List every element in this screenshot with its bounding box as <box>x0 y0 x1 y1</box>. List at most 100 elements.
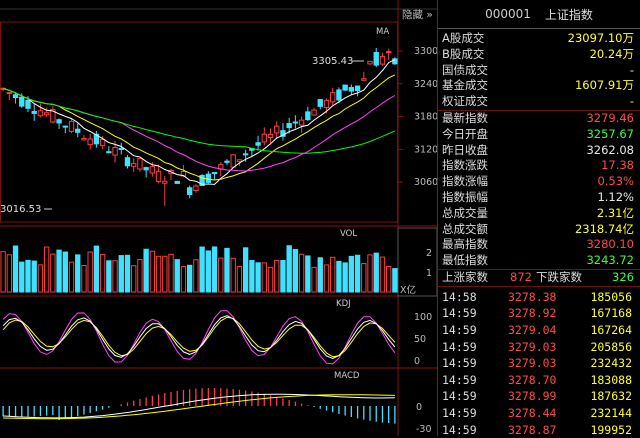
stock-name: 上证指数 <box>545 6 593 23</box>
stat-row: 总成交量2.31亿 <box>438 206 640 222</box>
candle <box>349 84 353 95</box>
stat-row: 指数振幅1.12% <box>438 190 640 206</box>
stat-row: 最高指数3280.10 <box>438 237 640 253</box>
stat-label: B股成交 <box>442 47 484 63</box>
candle-body <box>26 100 30 108</box>
candle-body <box>349 88 353 92</box>
down-count-label: 下跌家数 <box>536 270 582 286</box>
low-price-annotation: 3016.53 <box>0 204 41 215</box>
candle <box>331 88 335 105</box>
candle-body <box>20 97 24 106</box>
candle <box>175 181 179 184</box>
candle <box>44 108 48 117</box>
candle <box>293 115 297 128</box>
volume-bar <box>275 260 279 292</box>
tick-row[interactable]: 14:593279.04167264 <box>438 322 640 339</box>
candle <box>38 104 42 118</box>
kline-chart[interactable]: 隐藏 »33003240318031203060MA3305.433016.53… <box>0 0 437 436</box>
stat-value: 3257.67 <box>586 127 634 143</box>
kdj-y-tick: 50 <box>414 334 426 345</box>
tick-row[interactable]: 14:593279.03205856 <box>438 339 640 356</box>
candle <box>82 135 86 140</box>
tick-price: 3278.44 <box>508 405 556 422</box>
stat-label: 最新指数 <box>442 111 488 127</box>
candle-body <box>57 120 61 123</box>
candle <box>393 57 397 65</box>
stat-row: A股成交23097.10万 <box>438 31 640 47</box>
candle-body <box>7 93 11 94</box>
volume-bar <box>44 247 48 292</box>
volume-bar <box>125 255 129 292</box>
candle <box>119 143 123 155</box>
candle-body <box>175 181 179 183</box>
stat-value: 1.12% <box>597 190 634 206</box>
tick-time: 14:58 <box>442 289 477 306</box>
volume-bar <box>13 246 17 292</box>
stat-row: 基金成交1607.91万 <box>438 78 640 94</box>
candle-body <box>69 121 73 131</box>
volume-bar <box>175 260 179 292</box>
candle-body <box>144 168 148 170</box>
volume-bar <box>163 256 167 292</box>
candle-body <box>324 100 328 107</box>
tick-volume: 167264 <box>590 322 632 339</box>
candle-body <box>331 93 335 102</box>
candle-body <box>187 188 191 195</box>
volume-bar <box>119 256 123 292</box>
candle <box>355 86 359 97</box>
volume-bar <box>107 261 111 292</box>
tick-list[interactable]: 14:583278.3818505614:593278.9216716814:5… <box>438 287 640 438</box>
candle-body <box>299 120 303 125</box>
candle <box>368 61 372 65</box>
hide-button[interactable]: 隐藏 » <box>402 9 433 21</box>
turnover-group: A股成交23097.10万B股成交20.24万国债成交-基金成交1607.91万… <box>438 29 640 111</box>
candle-body <box>225 161 229 162</box>
tick-price: 3279.04 <box>508 322 556 339</box>
volume-bar <box>187 265 191 292</box>
candle <box>163 176 167 206</box>
volume-bar <box>349 256 353 292</box>
volume-bar <box>312 267 316 292</box>
stat-row: 最低指数3243.72 <box>438 253 640 269</box>
volume-bar <box>225 248 229 292</box>
vol-label: VOL <box>340 229 357 239</box>
volume-bar <box>63 252 67 292</box>
tick-row[interactable]: 14:593278.44232144 <box>438 405 640 422</box>
candle-body <box>44 113 48 115</box>
quote-panel: 000001 上证指数 A股成交23097.10万B股成交20.24万国债成交-… <box>437 0 640 436</box>
candle-body <box>82 138 86 139</box>
kdj-label: KDJ <box>336 299 351 309</box>
ma-label: MA <box>376 27 389 37</box>
tick-row[interactable]: 14:593278.92167168 <box>438 305 640 322</box>
candle <box>256 136 260 151</box>
stat-label: 指数涨幅 <box>442 174 488 190</box>
candle-body <box>368 61 372 64</box>
ma5-line <box>3 60 395 185</box>
candle-body <box>76 129 80 132</box>
tick-volume: 185056 <box>590 289 632 306</box>
tick-row[interactable]: 14:593278.70183088 <box>438 372 640 389</box>
candle-body <box>275 126 279 133</box>
chart-area[interactable]: 隐藏 »33003240318031203060MA3305.433016.53… <box>0 0 437 436</box>
tick-time: 14:59 <box>442 305 477 322</box>
macd-y-tick: 0 <box>416 402 422 413</box>
vol-y-tick: 2 <box>426 248 432 259</box>
tick-row[interactable]: 14:593278.99187632 <box>438 388 640 405</box>
stat-row: 昨日收盘3262.08 <box>438 143 640 159</box>
volume-bar <box>7 255 11 292</box>
candle <box>187 186 191 199</box>
tick-price: 3278.70 <box>508 372 556 389</box>
stat-label: 最高指数 <box>442 237 488 253</box>
volume-bar <box>231 258 235 292</box>
y-tick-label: 3180 <box>414 112 437 123</box>
candle-body <box>293 122 297 123</box>
tick-row[interactable]: 14:583278.38185056 <box>438 289 640 306</box>
stat-value: 2.31亿 <box>597 206 634 222</box>
tick-row[interactable]: 14:593279.03232432 <box>438 355 640 372</box>
tick-price: 3279.03 <box>508 355 556 372</box>
volume-bar <box>299 254 303 292</box>
candle <box>206 171 210 183</box>
candle <box>125 155 129 168</box>
up-count-value: 872 <box>510 270 532 286</box>
candle-body <box>138 158 142 169</box>
